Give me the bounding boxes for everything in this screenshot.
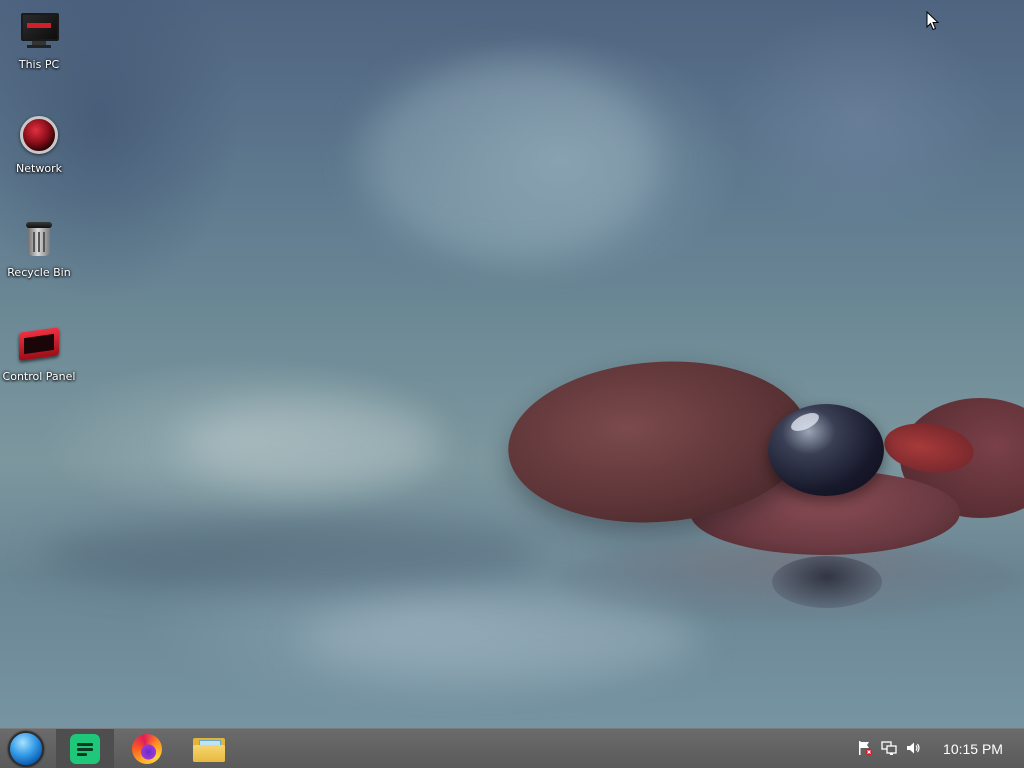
- network-icon: [18, 114, 60, 156]
- wallpaper-blur: [180, 400, 440, 490]
- taskbar-clock[interactable]: 10:15 PM: [930, 729, 1016, 768]
- firefox-icon: [132, 733, 162, 764]
- mouse-cursor-icon: [926, 11, 940, 31]
- taskbar: 10:15 PM: [0, 728, 1024, 768]
- notes-app-icon: [70, 733, 100, 764]
- volume-icon[interactable]: [904, 739, 922, 757]
- wallpaper-blur: [40, 520, 540, 590]
- network-status-icon[interactable]: [880, 739, 898, 757]
- control-panel-icon: [18, 322, 60, 364]
- desktop[interactable]: This PC Network Recycle Bin Control Pane…: [0, 0, 1024, 768]
- file-explorer-icon: [193, 736, 225, 762]
- taskbar-item-file-explorer[interactable]: [180, 729, 238, 768]
- desktop-icon-label: Network: [16, 162, 62, 175]
- action-center-flag-icon[interactable]: [856, 739, 874, 757]
- desktop-icon-control-panel[interactable]: Control Panel: [0, 322, 78, 383]
- taskbar-item-firefox[interactable]: [118, 729, 176, 768]
- desktop-icon-label: This PC: [18, 58, 60, 71]
- desktop-icon-label: Recycle Bin: [7, 266, 71, 279]
- computer-icon: [18, 10, 60, 52]
- desktop-icon-this-pc[interactable]: This PC: [0, 10, 78, 71]
- desktop-icon-network[interactable]: Network: [0, 114, 78, 175]
- recycle-bin-icon: [18, 218, 60, 260]
- start-button[interactable]: [4, 729, 48, 768]
- desktop-icon-recycle-bin[interactable]: Recycle Bin: [0, 218, 78, 279]
- wallpaper-blur: [300, 600, 700, 680]
- wallpaper-droplet: [768, 404, 884, 496]
- wallpaper-droplet-reflection: [772, 556, 882, 608]
- start-orb-icon: [8, 730, 44, 767]
- taskbar-item-notes[interactable]: [56, 729, 114, 768]
- desktop-icon-label: Control Panel: [2, 370, 76, 383]
- wallpaper-blur: [360, 60, 660, 260]
